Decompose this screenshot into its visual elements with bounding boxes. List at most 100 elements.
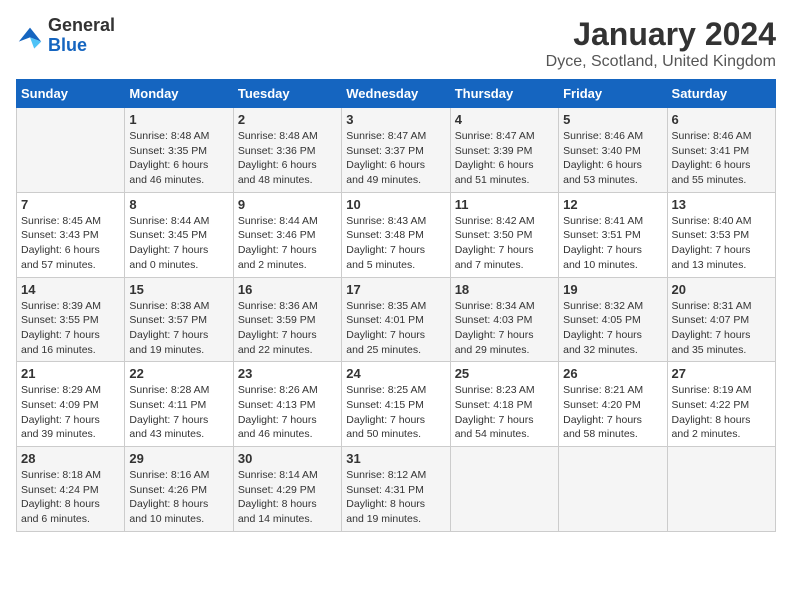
calendar-week-5: 28Sunrise: 8:18 AM Sunset: 4:24 PM Dayli… [17,447,776,532]
day-number: 17 [346,282,445,297]
calendar-week-2: 7Sunrise: 8:45 AM Sunset: 3:43 PM Daylig… [17,192,776,277]
calendar-cell: 13Sunrise: 8:40 AM Sunset: 3:53 PM Dayli… [667,192,775,277]
day-info: Sunrise: 8:48 AM Sunset: 3:36 PM Dayligh… [238,129,337,188]
day-number: 14 [21,282,120,297]
calendar-cell: 23Sunrise: 8:26 AM Sunset: 4:13 PM Dayli… [233,362,341,447]
day-number: 9 [238,197,337,212]
calendar-header: SundayMondayTuesdayWednesdayThursdayFrid… [17,80,776,108]
day-number: 1 [129,112,228,127]
day-info: Sunrise: 8:40 AM Sunset: 3:53 PM Dayligh… [672,214,771,273]
day-number: 27 [672,366,771,381]
day-number: 4 [455,112,554,127]
day-info: Sunrise: 8:38 AM Sunset: 3:57 PM Dayligh… [129,299,228,358]
day-info: Sunrise: 8:21 AM Sunset: 4:20 PM Dayligh… [563,383,662,442]
calendar-cell [450,447,558,532]
day-info: Sunrise: 8:16 AM Sunset: 4:26 PM Dayligh… [129,468,228,527]
calendar-cell: 31 Sunrise: 8:12 AM Sunset: 4:31 PM Dayli… [342,447,450,532]
day-number: 7 [21,197,120,212]
calendar-cell: 3 Sunrise: 8:47 AM Sunset: 3:37 PM Daylig… [342,108,450,193]
day-info: Sunrise: 8:41 AM Sunset: 3:51 PM Dayligh… [563,214,662,273]
calendar-cell: 17 Sunrise: 8:35 AM Sunset: 4:01 PM Dayli… [342,277,450,362]
calendar-cell: 4 Sunrise: 8:47 AM Sunset: 3:39 PM Daylig… [450,108,558,193]
calendar-cell: 28Sunrise: 8:18 AM Sunset: 4:24 PM Dayli… [17,447,125,532]
calendar-cell: 14 Sunrise: 8:39 AM Sunset: 3:55 PM Dayli… [17,277,125,362]
day-number: 6 [672,112,771,127]
calendar-cell: 22Sunrise: 8:28 AM Sunset: 4:11 PM Dayli… [125,362,233,447]
day-info: Sunrise: 8:48 AM Sunset: 3:35 PM Dayligh… [129,129,228,188]
calendar-cell: 15 Sunrise: 8:38 AM Sunset: 3:57 PM Dayli… [125,277,233,362]
calendar-cell [17,108,125,193]
weekday-header-friday: Friday [559,80,667,108]
calendar-cell: 6 Sunrise: 8:46 AM Sunset: 3:41 PM Daylig… [667,108,775,193]
header-row: SundayMondayTuesdayWednesdayThursdayFrid… [17,80,776,108]
day-number: 15 [129,282,228,297]
month-year-title: January 2024 [546,16,776,53]
logo: General Blue [16,16,115,56]
day-info: Sunrise: 8:18 AM Sunset: 4:24 PM Dayligh… [21,468,120,527]
day-info: Sunrise: 8:46 AM Sunset: 3:40 PM Dayligh… [563,129,662,188]
calendar-cell: 25 Sunrise: 8:23 AM Sunset: 4:18 PM Dayli… [450,362,558,447]
day-number: 26 [563,366,662,381]
day-info: Sunrise: 8:12 AM Sunset: 4:31 PM Dayligh… [346,468,445,527]
day-number: 30 [238,451,337,466]
calendar-cell: 12 Sunrise: 8:41 AM Sunset: 3:51 PM Dayli… [559,192,667,277]
calendar-table: SundayMondayTuesdayWednesdayThursdayFrid… [16,79,776,532]
weekday-header-wednesday: Wednesday [342,80,450,108]
day-number: 5 [563,112,662,127]
calendar-cell: 9 Sunrise: 8:44 AM Sunset: 3:46 PM Daylig… [233,192,341,277]
day-info: Sunrise: 8:43 AM Sunset: 3:48 PM Dayligh… [346,214,445,273]
calendar-cell: 11 Sunrise: 8:42 AM Sunset: 3:50 PM Dayli… [450,192,558,277]
day-info: Sunrise: 8:25 AM Sunset: 4:15 PM Dayligh… [346,383,445,442]
day-info: Sunrise: 8:39 AM Sunset: 3:55 PM Dayligh… [21,299,120,358]
day-number: 3 [346,112,445,127]
calendar-week-4: 21 Sunrise: 8:29 AM Sunset: 4:09 PM Dayli… [17,362,776,447]
weekday-header-tuesday: Tuesday [233,80,341,108]
day-number: 19 [563,282,662,297]
day-info: Sunrise: 8:44 AM Sunset: 3:46 PM Dayligh… [238,214,337,273]
calendar-cell: 24 Sunrise: 8:25 AM Sunset: 4:15 PM Dayli… [342,362,450,447]
calendar-cell: 27 Sunrise: 8:19 AM Sunset: 4:22 PM Dayli… [667,362,775,447]
day-info: Sunrise: 8:14 AM Sunset: 4:29 PM Dayligh… [238,468,337,527]
day-number: 2 [238,112,337,127]
calendar-cell: 29 Sunrise: 8:16 AM Sunset: 4:26 PM Dayli… [125,447,233,532]
calendar-cell: 26 Sunrise: 8:21 AM Sunset: 4:20 PM Dayli… [559,362,667,447]
calendar-week-1: 1 Sunrise: 8:48 AM Sunset: 3:35 PM Daylig… [17,108,776,193]
day-number: 25 [455,366,554,381]
calendar-cell: 21 Sunrise: 8:29 AM Sunset: 4:09 PM Dayli… [17,362,125,447]
day-info: Sunrise: 8:46 AM Sunset: 3:41 PM Dayligh… [672,129,771,188]
calendar-cell: 8Sunrise: 8:44 AM Sunset: 3:45 PM Daylig… [125,192,233,277]
title-block: January 2024 Dyce, Scotland, United King… [546,16,776,71]
weekday-header-saturday: Saturday [667,80,775,108]
calendar-cell: 2 Sunrise: 8:48 AM Sunset: 3:36 PM Daylig… [233,108,341,193]
weekday-header-thursday: Thursday [450,80,558,108]
day-number: 31 [346,451,445,466]
day-number: 24 [346,366,445,381]
day-info: Sunrise: 8:47 AM Sunset: 3:39 PM Dayligh… [455,129,554,188]
calendar-cell: 19Sunrise: 8:32 AM Sunset: 4:05 PM Dayli… [559,277,667,362]
weekday-header-monday: Monday [125,80,233,108]
logo-blue-text: Blue [48,35,87,55]
page-header: General Blue January 2024 Dyce, Scotland… [16,16,776,71]
day-number: 21 [21,366,120,381]
day-number: 12 [563,197,662,212]
day-info: Sunrise: 8:44 AM Sunset: 3:45 PM Dayligh… [129,214,228,273]
location-subtitle: Dyce, Scotland, United Kingdom [546,53,776,71]
day-number: 29 [129,451,228,466]
calendar-week-3: 14 Sunrise: 8:39 AM Sunset: 3:55 PM Dayli… [17,277,776,362]
day-info: Sunrise: 8:23 AM Sunset: 4:18 PM Dayligh… [455,383,554,442]
day-number: 11 [455,197,554,212]
day-info: Sunrise: 8:35 AM Sunset: 4:01 PM Dayligh… [346,299,445,358]
day-info: Sunrise: 8:26 AM Sunset: 4:13 PM Dayligh… [238,383,337,442]
day-info: Sunrise: 8:36 AM Sunset: 3:59 PM Dayligh… [238,299,337,358]
calendar-cell [667,447,775,532]
day-info: Sunrise: 8:42 AM Sunset: 3:50 PM Dayligh… [455,214,554,273]
weekday-header-sunday: Sunday [17,80,125,108]
day-info: Sunrise: 8:47 AM Sunset: 3:37 PM Dayligh… [346,129,445,188]
day-number: 18 [455,282,554,297]
day-info: Sunrise: 8:19 AM Sunset: 4:22 PM Dayligh… [672,383,771,442]
calendar-cell: 7Sunrise: 8:45 AM Sunset: 3:43 PM Daylig… [17,192,125,277]
calendar-cell: 5 Sunrise: 8:46 AM Sunset: 3:40 PM Daylig… [559,108,667,193]
day-info: Sunrise: 8:28 AM Sunset: 4:11 PM Dayligh… [129,383,228,442]
day-info: Sunrise: 8:29 AM Sunset: 4:09 PM Dayligh… [21,383,120,442]
day-number: 16 [238,282,337,297]
